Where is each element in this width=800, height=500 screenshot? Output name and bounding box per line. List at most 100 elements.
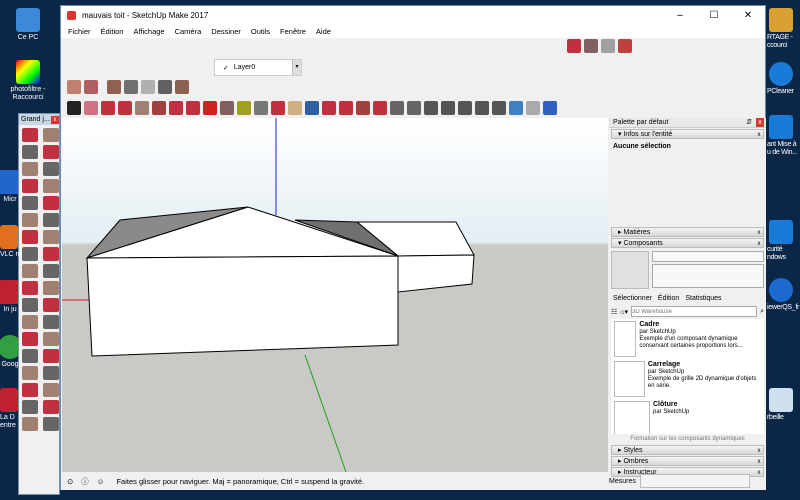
share-model-icon[interactable]: [584, 39, 598, 53]
push-pull-icon[interactable]: [43, 247, 59, 261]
arc-icon[interactable]: [118, 101, 132, 115]
view-options-icon[interactable]: ☷: [611, 308, 617, 316]
grand-jeu-header[interactable]: Grand j... x: [19, 114, 59, 125]
warehouse-icon[interactable]: [567, 39, 581, 53]
entity-info-header[interactable]: ▾ Infos sur l'entité x: [611, 129, 764, 139]
hide-icon[interactable]: [526, 101, 540, 115]
3d-text-icon[interactable]: [43, 332, 59, 346]
iso-view-icon[interactable]: [407, 101, 421, 115]
search-input[interactable]: [631, 306, 758, 317]
position-camera-icon[interactable]: [43, 383, 59, 397]
close-icon[interactable]: x: [755, 457, 763, 465]
front-view-icon[interactable]: [441, 101, 455, 115]
close-icon[interactable]: x: [755, 446, 763, 454]
protractor-icon[interactable]: [22, 315, 38, 329]
list-item[interactable]: Carrelage par SketchUp Exemple de grille 2…: [611, 359, 764, 399]
orbit-icon[interactable]: [271, 101, 285, 115]
shadows-header[interactable]: ▸ Ombres x: [611, 456, 764, 466]
warehouse-icon[interactable]: [339, 101, 353, 115]
rotate-icon[interactable]: [203, 101, 217, 115]
eraser-icon[interactable]: [43, 145, 59, 159]
menu-dessiner[interactable]: Dessiner: [211, 27, 241, 36]
move-icon[interactable]: [186, 101, 200, 115]
select-icon[interactable]: [22, 128, 38, 142]
tab-statistiques[interactable]: Statistiques: [685, 295, 721, 302]
search-icon[interactable]: ⌕: [760, 308, 764, 316]
desktop-icon-update[interactable]: ant Mise à u de Win...: [767, 115, 800, 157]
drape-icon[interactable]: [141, 80, 155, 94]
axes-icon[interactable]: [22, 332, 38, 346]
desktop-icon-teamviewer[interactable]: iewerQS_fr: [767, 278, 800, 312]
close-icon[interactable]: x: [755, 228, 763, 236]
user-icon[interactable]: ☺: [97, 477, 105, 486]
offset-icon[interactable]: [43, 281, 59, 295]
scale-icon[interactable]: [22, 281, 38, 295]
component-name-field[interactable]: [652, 251, 764, 262]
menu-fenetre[interactable]: Fenêtre: [280, 27, 306, 36]
eraser-icon[interactable]: [84, 101, 98, 115]
tab-selectionner[interactable]: Sélectionner: [613, 295, 652, 302]
flip-edge-icon[interactable]: [175, 80, 189, 94]
circle-icon[interactable]: [22, 196, 38, 210]
push-pull-icon[interactable]: [152, 101, 166, 115]
chevron-down-icon[interactable]: ▾: [292, 60, 301, 75]
zoom-icon[interactable]: [22, 366, 38, 380]
menu-aide[interactable]: Aide: [316, 27, 331, 36]
close-button[interactable]: x: [51, 115, 59, 124]
pan-icon[interactable]: [43, 349, 59, 363]
pin-icon[interactable]: ⇵: [746, 118, 752, 127]
download-icon[interactable]: [543, 101, 557, 115]
close-icon[interactable]: x: [755, 130, 763, 138]
zoom-window-icon[interactable]: [43, 366, 59, 380]
list-item[interactable]: Clôture par SketchUp: [611, 399, 764, 434]
add-detail-icon[interactable]: [158, 80, 172, 94]
orbit-icon[interactable]: [22, 349, 38, 363]
zoom-extents-icon[interactable]: [22, 383, 38, 397]
text-icon[interactable]: [254, 101, 268, 115]
smoove-icon[interactable]: [107, 80, 121, 94]
text-icon[interactable]: [43, 315, 59, 329]
menu-camera[interactable]: Caméra: [175, 27, 202, 36]
back-view-icon[interactable]: [475, 101, 489, 115]
list-item[interactable]: Cadre par SketchUp Exemple d'un composant …: [611, 319, 764, 359]
rectangle-icon[interactable]: [135, 101, 149, 115]
desktop-icon-pcleaner[interactable]: PCleaner: [767, 62, 800, 96]
minimize-button[interactable]: –: [663, 10, 697, 21]
tape-measure-icon[interactable]: [22, 298, 38, 312]
extension-icon[interactable]: [373, 101, 387, 115]
section-icon[interactable]: [509, 101, 523, 115]
component-icon[interactable]: [43, 128, 59, 142]
info-icon[interactable]: ⓘ: [81, 476, 89, 487]
desktop-icon-photofiltre[interactable]: photofiltre - Raccourci: [0, 60, 56, 102]
pie-icon[interactable]: [43, 213, 59, 227]
3d-viewport[interactable]: [62, 118, 608, 472]
extension-warehouse-icon[interactable]: [618, 39, 632, 53]
look-around-icon[interactable]: [43, 400, 59, 414]
menu-affichage[interactable]: Affichage: [133, 27, 164, 36]
pencil-icon[interactable]: [101, 101, 115, 115]
dimension-icon[interactable]: [43, 298, 59, 312]
close-icon[interactable]: x: [755, 239, 763, 247]
2pt-arc-icon[interactable]: [43, 230, 59, 244]
training-link[interactable]: Formation sur les composants dynamiques: [609, 434, 766, 444]
measures-input[interactable]: [639, 474, 750, 488]
line-icon[interactable]: [22, 162, 38, 176]
layer-select[interactable]: ✓ Layer0 ▾: [214, 59, 302, 76]
model-canvas[interactable]: [62, 118, 608, 472]
select-icon[interactable]: [67, 101, 81, 115]
left-view-icon[interactable]: [492, 101, 506, 115]
section-plane-icon[interactable]: [43, 417, 59, 431]
components-header[interactable]: ▾ Composants x: [611, 238, 764, 248]
share-component-icon[interactable]: [601, 39, 615, 53]
top-view-icon[interactable]: [424, 101, 438, 115]
scale-icon[interactable]: [220, 101, 234, 115]
desktop-icon-security[interactable]: curité ndows: [767, 220, 800, 262]
rotate-icon[interactable]: [22, 264, 38, 278]
rotated-rectangle-icon[interactable]: [43, 179, 59, 193]
zoom-icon[interactable]: [305, 101, 319, 115]
rectangle-icon[interactable]: [22, 179, 38, 193]
sandbox-scratch-icon[interactable]: [84, 80, 98, 94]
menu-outils[interactable]: Outils: [251, 27, 270, 36]
sandbox-contours-icon[interactable]: [67, 80, 81, 94]
menu-fichier[interactable]: Fichier: [68, 27, 91, 36]
